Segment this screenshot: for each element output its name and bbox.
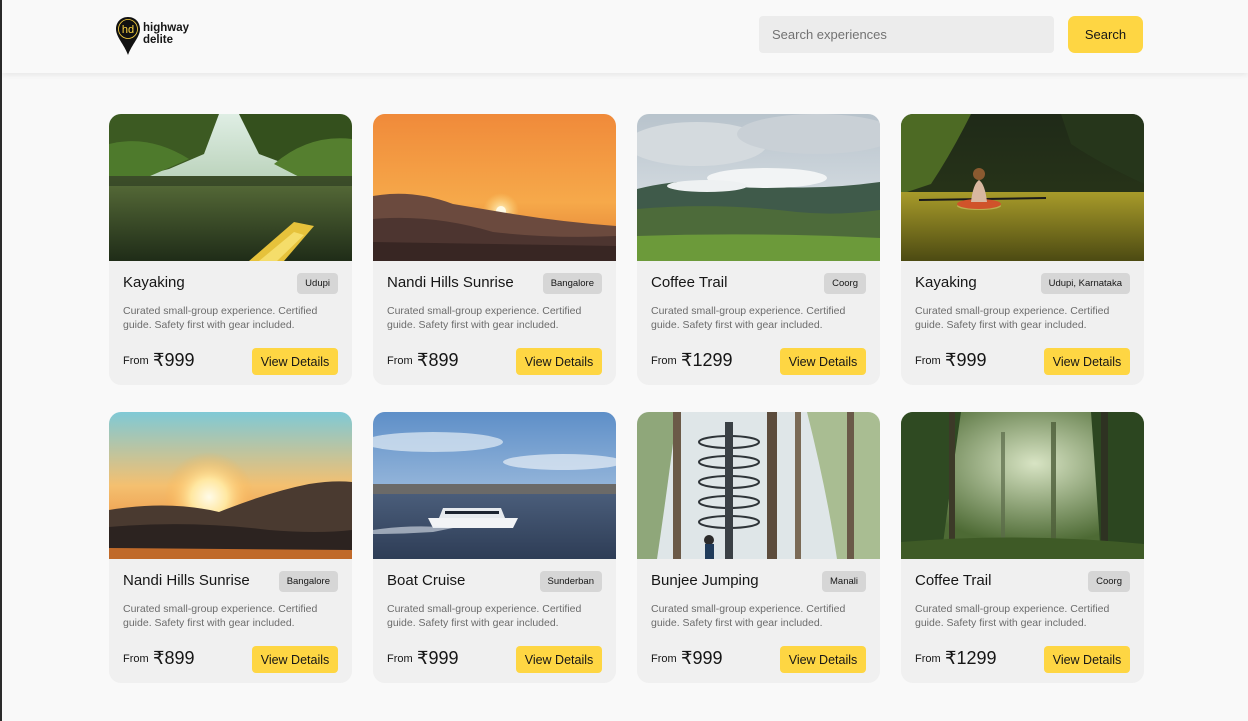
card-title: Nandi Hills Sunrise (123, 572, 250, 589)
card-title: Kayaking (915, 274, 977, 291)
price-value: ₹999 (417, 648, 459, 668)
card-description: Curated small-group experience. Certifie… (123, 305, 318, 331)
view-details-button[interactable]: View Details (252, 348, 338, 375)
location-badge: Sunderban (539, 571, 602, 592)
experience-image (373, 412, 616, 559)
experience-image (637, 114, 880, 261)
experience-image (637, 412, 880, 559)
price-from-label: From (387, 355, 413, 367)
card-description: Curated small-group experience. Certifie… (123, 603, 318, 629)
price-from-label: From (651, 355, 677, 367)
card-title: Boat Cruise (387, 572, 466, 589)
view-details-button[interactable]: View Details (780, 646, 866, 673)
view-details-button[interactable]: View Details (1044, 348, 1130, 375)
experience-card[interactable]: Bunjee Jumping Manali Curated small-grou… (637, 412, 880, 683)
logo-pin-icon: hd (116, 17, 140, 55)
card-description: Curated small-group experience. Certifie… (387, 305, 582, 331)
experience-image (373, 114, 616, 261)
price-value: ₹999 (153, 350, 195, 370)
site-header: hd highway delite Search (2, 0, 1248, 73)
view-details-button[interactable]: View Details (516, 646, 602, 673)
view-details-button[interactable]: View Details (1044, 646, 1130, 673)
location-badge: Coorg (1088, 571, 1130, 592)
price-from-label: From (651, 653, 677, 665)
view-details-button[interactable]: View Details (516, 348, 602, 375)
experience-image (109, 114, 352, 261)
location-badge: Udupi, Karnataka (1040, 273, 1130, 294)
card-description: Curated small-group experience. Certifie… (387, 603, 582, 629)
price-from-label: From (915, 355, 941, 367)
card-title: Bunjee Jumping (651, 572, 759, 589)
experience-image (901, 412, 1144, 559)
search-input[interactable] (759, 16, 1054, 53)
view-details-button[interactable]: View Details (780, 348, 866, 375)
price-from-label: From (915, 653, 941, 665)
price-value: ₹1299 (945, 648, 997, 668)
price-value: ₹899 (417, 350, 459, 370)
logo-line-2: delite (143, 34, 174, 46)
experience-image (901, 114, 1144, 261)
price-value: ₹899 (153, 648, 195, 668)
location-badge: Udupi (297, 273, 338, 294)
card-description: Curated small-group experience. Certifie… (915, 305, 1110, 331)
card-title: Coffee Trail (915, 572, 992, 589)
card-title: Coffee Trail (651, 274, 728, 291)
card-title: Nandi Hills Sunrise (387, 274, 514, 291)
card-description: Curated small-group experience. Certifie… (651, 603, 846, 629)
experience-card[interactable]: Boat Cruise Sunderban Curated small-grou… (373, 412, 616, 683)
experience-card[interactable]: Coffee Trail Coorg Curated small-group e… (901, 412, 1144, 683)
experience-card[interactable]: Nandi Hills Sunrise Bangalore Curated sm… (373, 114, 616, 385)
experience-grid: Kayaking Udupi Curated small-group exper… (109, 114, 1144, 683)
price-from-label: From (123, 355, 149, 367)
card-description: Curated small-group experience. Certifie… (915, 603, 1110, 629)
search-button[interactable]: Search (1068, 16, 1143, 53)
location-badge: Manali (822, 571, 866, 592)
experience-card[interactable]: Kayaking Udupi Curated small-group exper… (109, 114, 352, 385)
logo-mark-text: hd (122, 24, 134, 36)
card-description: Curated small-group experience. Certifie… (651, 305, 846, 331)
experience-card[interactable]: Coffee Trail Coorg Curated small-group e… (637, 114, 880, 385)
experience-card[interactable]: Kayaking Udupi, Karnataka Curated small-… (901, 114, 1144, 385)
view-details-button[interactable]: View Details (252, 646, 338, 673)
experience-image (109, 412, 352, 559)
logo-wordmark: highway delite (143, 22, 189, 46)
logo-line-1: highway (143, 22, 190, 34)
location-badge: Bangalore (278, 571, 338, 592)
card-title: Kayaking (123, 274, 185, 291)
price-from-label: From (387, 653, 413, 665)
location-badge: Bangalore (542, 273, 602, 294)
price-from-label: From (123, 653, 149, 665)
logo[interactable]: hd highway delite (115, 16, 189, 56)
experience-card[interactable]: Nandi Hills Sunrise Bangalore Curated sm… (109, 412, 352, 683)
location-badge: Coorg (824, 273, 866, 294)
price-value: ₹999 (945, 350, 987, 370)
price-value: ₹1299 (681, 350, 733, 370)
price-value: ₹999 (681, 648, 723, 668)
